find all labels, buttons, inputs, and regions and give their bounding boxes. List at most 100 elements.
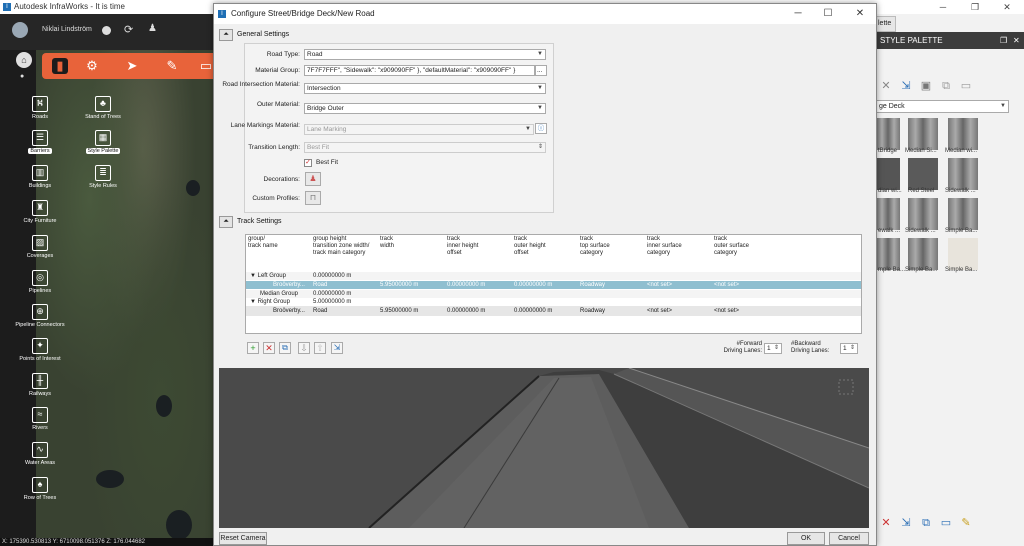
collapse-general-button[interactable]: ⏶ (219, 29, 233, 41)
tool-points-of-interest[interactable]: ✦ Points of Interest (15, 338, 65, 362)
swatch[interactable] (908, 238, 938, 270)
cancel-button[interactable]: Cancel (829, 532, 869, 545)
maximize-button[interactable]: ❐ (960, 0, 990, 14)
tool-roads[interactable]: ⛕ Roads (15, 96, 65, 120)
avatar[interactable] (12, 22, 28, 38)
dialog-maximize-button[interactable]: ☐ (816, 4, 840, 24)
tool-rivers[interactable]: ≈ Rivers (15, 407, 65, 431)
roads-icon: ⛕ (32, 96, 48, 112)
swatch[interactable] (948, 238, 978, 270)
column-header[interactable]: track inner surface category (647, 236, 682, 257)
tool-style-palette[interactable]: ▦ Style Palette (78, 130, 128, 154)
custom-profiles-button[interactable]: ⊓ (305, 191, 321, 205)
swatch[interactable] (876, 198, 900, 230)
transition-length-field[interactable]: Best Fit ⇕ (304, 142, 546, 153)
column-header[interactable]: track width (380, 236, 394, 250)
tool-buildings[interactable]: ▥ Buildings (15, 165, 65, 189)
status-icon[interactable] (102, 26, 111, 35)
column-header[interactable]: track inner height offset (447, 236, 478, 257)
close-palette-icon[interactable]: ✕ (1013, 32, 1020, 49)
palette-tab[interactable]: lette (876, 16, 896, 32)
gear-icon[interactable]: ⚙ (84, 58, 100, 74)
pin-icon[interactable]: ● (20, 73, 24, 80)
import-icon[interactable]: ⇲ (900, 80, 912, 92)
reset-camera-button[interactable]: Reset Camera (219, 532, 267, 545)
swatch[interactable] (948, 158, 978, 190)
table-row[interactable]: Broöverby... Road 5.95000000 m 0.0000000… (246, 281, 861, 289)
ok-button[interactable]: OK (787, 532, 825, 545)
float-icon[interactable]: ❐ (1000, 32, 1007, 49)
column-header[interactable]: group height transition zone width/ trac… (313, 236, 369, 257)
tool-pipelines[interactable]: ◎ Pipelines (15, 270, 65, 294)
copy-style-icon[interactable]: ⧉ (920, 517, 932, 529)
tool-city-furniture[interactable]: ♜ City Furniture (15, 200, 65, 224)
dialog-close-button[interactable]: ✕ (848, 4, 872, 24)
copy-icon[interactable]: ⧉ (940, 80, 952, 92)
add-track-button[interactable]: + (247, 342, 259, 354)
tool-coverages[interactable]: ▨ Coverages (15, 235, 65, 259)
delete-style-icon[interactable]: ✕ (880, 517, 892, 529)
minimize-button[interactable]: ─ (928, 0, 958, 14)
decorations-button[interactable]: ♟ (305, 172, 321, 186)
home-icon[interactable]: ⌂ (16, 52, 32, 68)
save-icon[interactable]: ▣ (920, 80, 932, 92)
buildings-icon: ▥ (32, 165, 48, 181)
column-header[interactable]: track outer height offset (514, 236, 546, 257)
swatch[interactable] (908, 118, 938, 150)
export-style-icon[interactable]: ▭ (940, 517, 952, 529)
build-icon[interactable]: ▮ (52, 58, 68, 74)
table-row[interactable]: Broöverby... Road 5.95000000 m 0.0000000… (246, 306, 861, 316)
column-header[interactable]: track top surface category (580, 236, 610, 257)
dialog-minimize-button[interactable]: ─ (786, 4, 810, 24)
swatch[interactable] (948, 198, 978, 230)
swatch[interactable] (908, 198, 938, 230)
cell: <not set> (647, 308, 673, 314)
copy-track-button[interactable]: ⧉ (279, 342, 291, 354)
tool-row-of-trees[interactable]: ♠ Row of Trees (15, 477, 65, 501)
road-preview-3d[interactable] (219, 368, 869, 528)
road-type-select[interactable]: Road ▼ (304, 49, 546, 60)
forward-lanes-spinner[interactable]: 1 ⇕ (764, 343, 782, 354)
close-app-button[interactable]: ✕ (992, 0, 1022, 14)
import-style-icon[interactable]: ⇲ (900, 517, 912, 529)
swatch[interactable] (876, 118, 900, 150)
export-track-button[interactable]: ⇲ (331, 342, 343, 354)
tool-railways[interactable]: ╫ Railways (15, 373, 65, 397)
tool-pipeline-connectors[interactable]: ⊕ Pipeline Connectors (10, 304, 70, 328)
collapse-track-button[interactable]: ⏶ (219, 216, 233, 228)
table-row[interactable]: ▼ Right Group 5.00000000 m (246, 298, 861, 306)
cursor-icon[interactable]: ➤ (124, 58, 140, 74)
column-header[interactable]: group/ track name (248, 236, 278, 250)
remove-track-button[interactable]: ✕ (263, 342, 275, 354)
outer-material-select[interactable]: Bridge Outer ▼ (304, 103, 546, 114)
backward-lanes-spinner[interactable]: 1 ⇕ (840, 343, 858, 354)
intersection-select[interactable]: Intersection ▼ (304, 83, 546, 94)
swatch[interactable] (876, 158, 900, 190)
swatch[interactable] (908, 158, 938, 190)
tool-barriers[interactable]: ☰ Barriers (15, 130, 65, 154)
refresh-icon[interactable]: ⟳ (124, 23, 133, 36)
move-up-button[interactable]: ⇧ (314, 342, 326, 354)
lane-info-icon[interactable]: ⓘ (535, 123, 547, 134)
pencil-icon[interactable]: ✎ (164, 58, 180, 74)
outer-material-value: Bridge Outer (307, 105, 344, 112)
column-header[interactable]: track outer surface category (714, 236, 749, 257)
material-group-browse-button[interactable]: ... (535, 65, 547, 76)
user-icon[interactable]: ♟ (148, 23, 157, 34)
tool-style-rules[interactable]: ≣ Style Rules (78, 165, 128, 189)
edit-icon[interactable]: ▭ (960, 80, 972, 92)
edit-style-icon[interactable]: ✎ (960, 517, 972, 529)
material-group-field[interactable]: 7F7F7FFF", "Sidewalk": "x909090FF" }, "d… (304, 65, 535, 76)
tool-water-areas[interactable]: ∿ Water Areas (15, 442, 65, 466)
swatch[interactable] (876, 238, 900, 270)
palette-select[interactable]: ge Deck ▼ (876, 100, 1009, 113)
table-row[interactable]: ▼ Left Group 0.00000000 m (246, 272, 861, 280)
move-down-button[interactable]: ⇩ (298, 342, 310, 354)
tool-stand-of-trees[interactable]: ♣ Stand of Trees (78, 96, 128, 120)
swatch[interactable] (948, 118, 978, 150)
best-fit-checkbox[interactable]: ✓ (304, 159, 312, 167)
table-row[interactable]: Median Group 0.00000000 m (246, 290, 861, 298)
map-view[interactable] (36, 50, 214, 546)
delete-icon[interactable]: ✕ (880, 80, 892, 92)
lane-marking-select[interactable]: Lane Marking ▼ (304, 124, 534, 135)
